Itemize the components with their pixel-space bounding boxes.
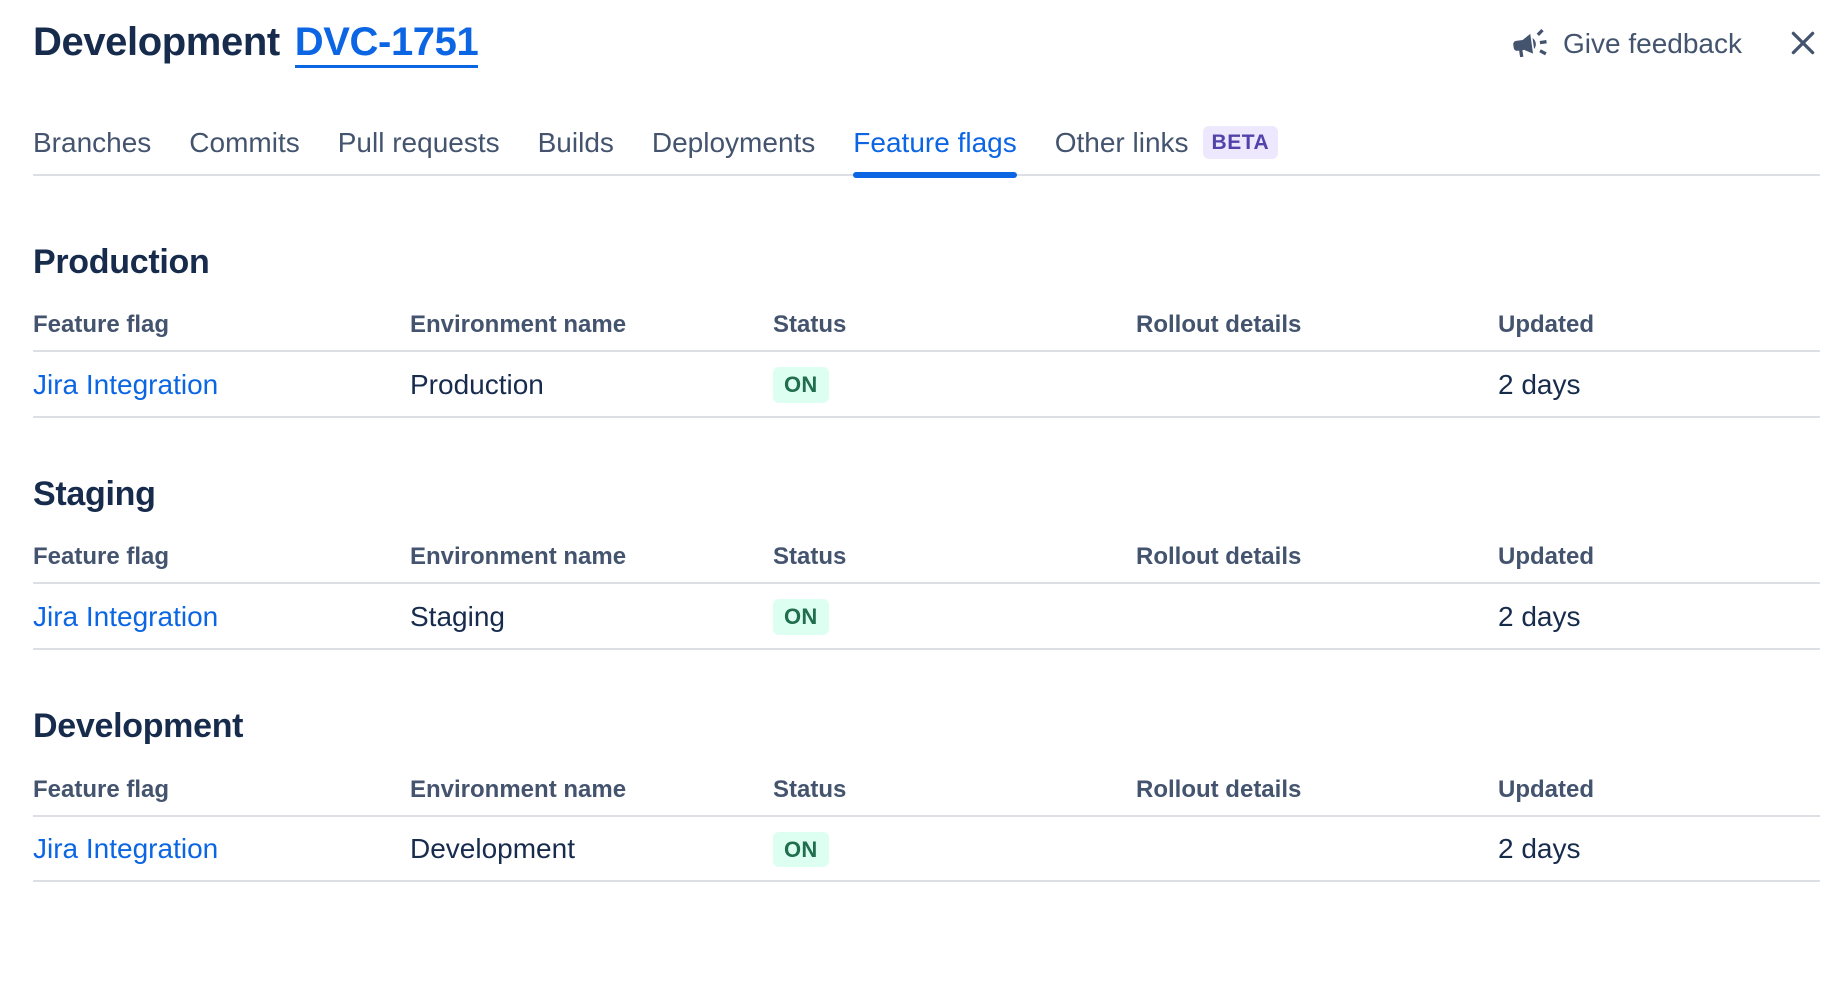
status-badge: ON	[773, 599, 829, 634]
section-heading-staging: Staging	[33, 474, 1820, 515]
column-header-rollout-details: Rollout details	[1136, 530, 1498, 582]
column-header-environment-name: Environment name	[410, 298, 773, 350]
give-feedback-label: Give feedback	[1563, 28, 1742, 60]
tab-builds[interactable]: Builds	[538, 126, 614, 174]
section-heading-production: Production	[33, 242, 1820, 283]
updated-cell: 2 days	[1498, 585, 1820, 647]
feature-flag-table-development: Feature flag Environment name Status Rol…	[33, 763, 1820, 882]
rollout-details-cell	[1136, 834, 1498, 862]
column-header-status: Status	[773, 763, 1136, 815]
feature-flags-content: Production Feature flag Environment name…	[33, 176, 1820, 882]
tab-commits[interactable]: Commits	[189, 126, 299, 174]
column-header-updated: Updated	[1498, 763, 1820, 815]
page-title: Development DVC-1751	[33, 20, 478, 68]
issue-key-link[interactable]: DVC-1751	[295, 20, 479, 68]
header-actions: Give feedback	[1510, 24, 1820, 64]
updated-cell: 2 days	[1498, 817, 1820, 879]
section-development: Development Feature flag Environment nam…	[33, 706, 1820, 882]
tab-other-links-label: Other links	[1055, 126, 1189, 160]
dev-panel-tabs: Branches Commits Pull requests Builds De…	[33, 126, 1820, 176]
beta-badge: BETA	[1203, 126, 1279, 159]
column-header-updated: Updated	[1498, 298, 1820, 350]
development-dialog: Development DVC-1751 Give feedback	[0, 0, 1842, 882]
column-header-status: Status	[773, 298, 1136, 350]
updated-cell: 2 days	[1498, 353, 1820, 415]
page-title-text: Development	[33, 20, 280, 64]
section-staging: Staging Feature flag Environment name St…	[33, 474, 1820, 650]
tab-feature-flags[interactable]: Feature flags	[853, 126, 1016, 174]
status-badge: ON	[773, 832, 829, 867]
section-heading-development: Development	[33, 706, 1820, 747]
environment-name-cell: Production	[410, 353, 773, 415]
column-header-environment-name: Environment name	[410, 763, 773, 815]
tab-branches[interactable]: Branches	[33, 126, 151, 174]
table-header-row: Feature flag Environment name Status Rol…	[33, 530, 1820, 584]
tab-pull-requests[interactable]: Pull requests	[338, 126, 500, 174]
close-icon	[1786, 26, 1820, 63]
rollout-details-cell	[1136, 370, 1498, 398]
tab-other-links[interactable]: Other links BETA	[1055, 126, 1278, 174]
column-header-rollout-details: Rollout details	[1136, 763, 1498, 815]
section-production: Production Feature flag Environment name…	[33, 242, 1820, 418]
feature-flag-link[interactable]: Jira Integration	[33, 369, 218, 400]
column-header-rollout-details: Rollout details	[1136, 298, 1498, 350]
table-header-row: Feature flag Environment name Status Rol…	[33, 298, 1820, 352]
feature-flag-link[interactable]: Jira Integration	[33, 601, 218, 632]
table-row: Jira Integration Production ON 2 days	[33, 352, 1820, 417]
column-header-environment-name: Environment name	[410, 530, 773, 582]
tab-deployments[interactable]: Deployments	[652, 126, 815, 174]
column-header-feature-flag: Feature flag	[33, 763, 410, 815]
status-badge: ON	[773, 367, 829, 402]
column-header-feature-flag: Feature flag	[33, 530, 410, 582]
rollout-details-cell	[1136, 602, 1498, 630]
environment-name-cell: Development	[410, 817, 773, 879]
dialog-header: Development DVC-1751 Give feedback	[33, 0, 1820, 68]
table-row: Jira Integration Development ON 2 days	[33, 817, 1820, 882]
megaphone-icon	[1507, 21, 1552, 66]
feature-flag-table-staging: Feature flag Environment name Status Rol…	[33, 530, 1820, 649]
feature-flag-link[interactable]: Jira Integration	[33, 833, 218, 864]
close-button[interactable]	[1786, 26, 1820, 63]
table-header-row: Feature flag Environment name Status Rol…	[33, 763, 1820, 817]
column-header-feature-flag: Feature flag	[33, 298, 410, 350]
feature-flag-table-production: Feature flag Environment name Status Rol…	[33, 298, 1820, 417]
column-header-status: Status	[773, 530, 1136, 582]
column-header-updated: Updated	[1498, 530, 1820, 582]
table-row: Jira Integration Staging ON 2 days	[33, 584, 1820, 649]
give-feedback-button[interactable]: Give feedback	[1510, 24, 1742, 64]
environment-name-cell: Staging	[410, 585, 773, 647]
